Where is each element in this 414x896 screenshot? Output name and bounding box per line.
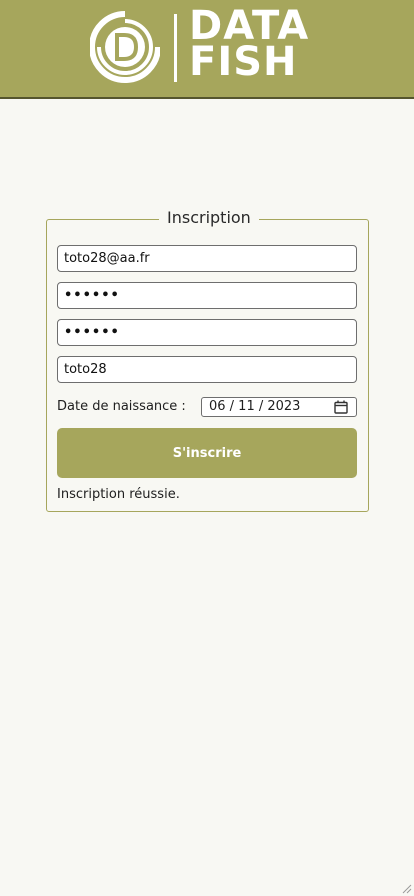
password-field[interactable]: •••••• [57, 282, 357, 309]
calendar-icon[interactable] [334, 400, 348, 414]
logo-divider [174, 14, 177, 82]
signup-form: Inscription toto28@aa.fr •••••• •••••• t… [46, 208, 369, 512]
d-circle-logo-icon [90, 11, 160, 83]
email-field[interactable]: toto28@aa.fr [57, 245, 357, 272]
dob-value: 06 / 11 / 2023 [209, 399, 301, 414]
resize-grip-icon[interactable] [400, 882, 412, 894]
username-field[interactable]: toto28 [57, 356, 357, 383]
password-confirm-field[interactable]: •••••• [57, 319, 357, 346]
status-message: Inscription réussie. [57, 487, 180, 502]
brand-wordmark: DATA FISH [189, 6, 339, 92]
dob-row: Date de naissance : 06 / 11 / 2023 [57, 397, 357, 417]
dob-date-input[interactable]: 06 / 11 / 2023 [201, 397, 357, 417]
brand-line-2: FISH [189, 39, 298, 85]
signup-button[interactable]: S'inscrire [57, 428, 357, 478]
form-legend: Inscription [159, 208, 259, 227]
app-header: DATA FISH [0, 0, 414, 99]
dob-label: Date de naissance : [57, 399, 186, 414]
